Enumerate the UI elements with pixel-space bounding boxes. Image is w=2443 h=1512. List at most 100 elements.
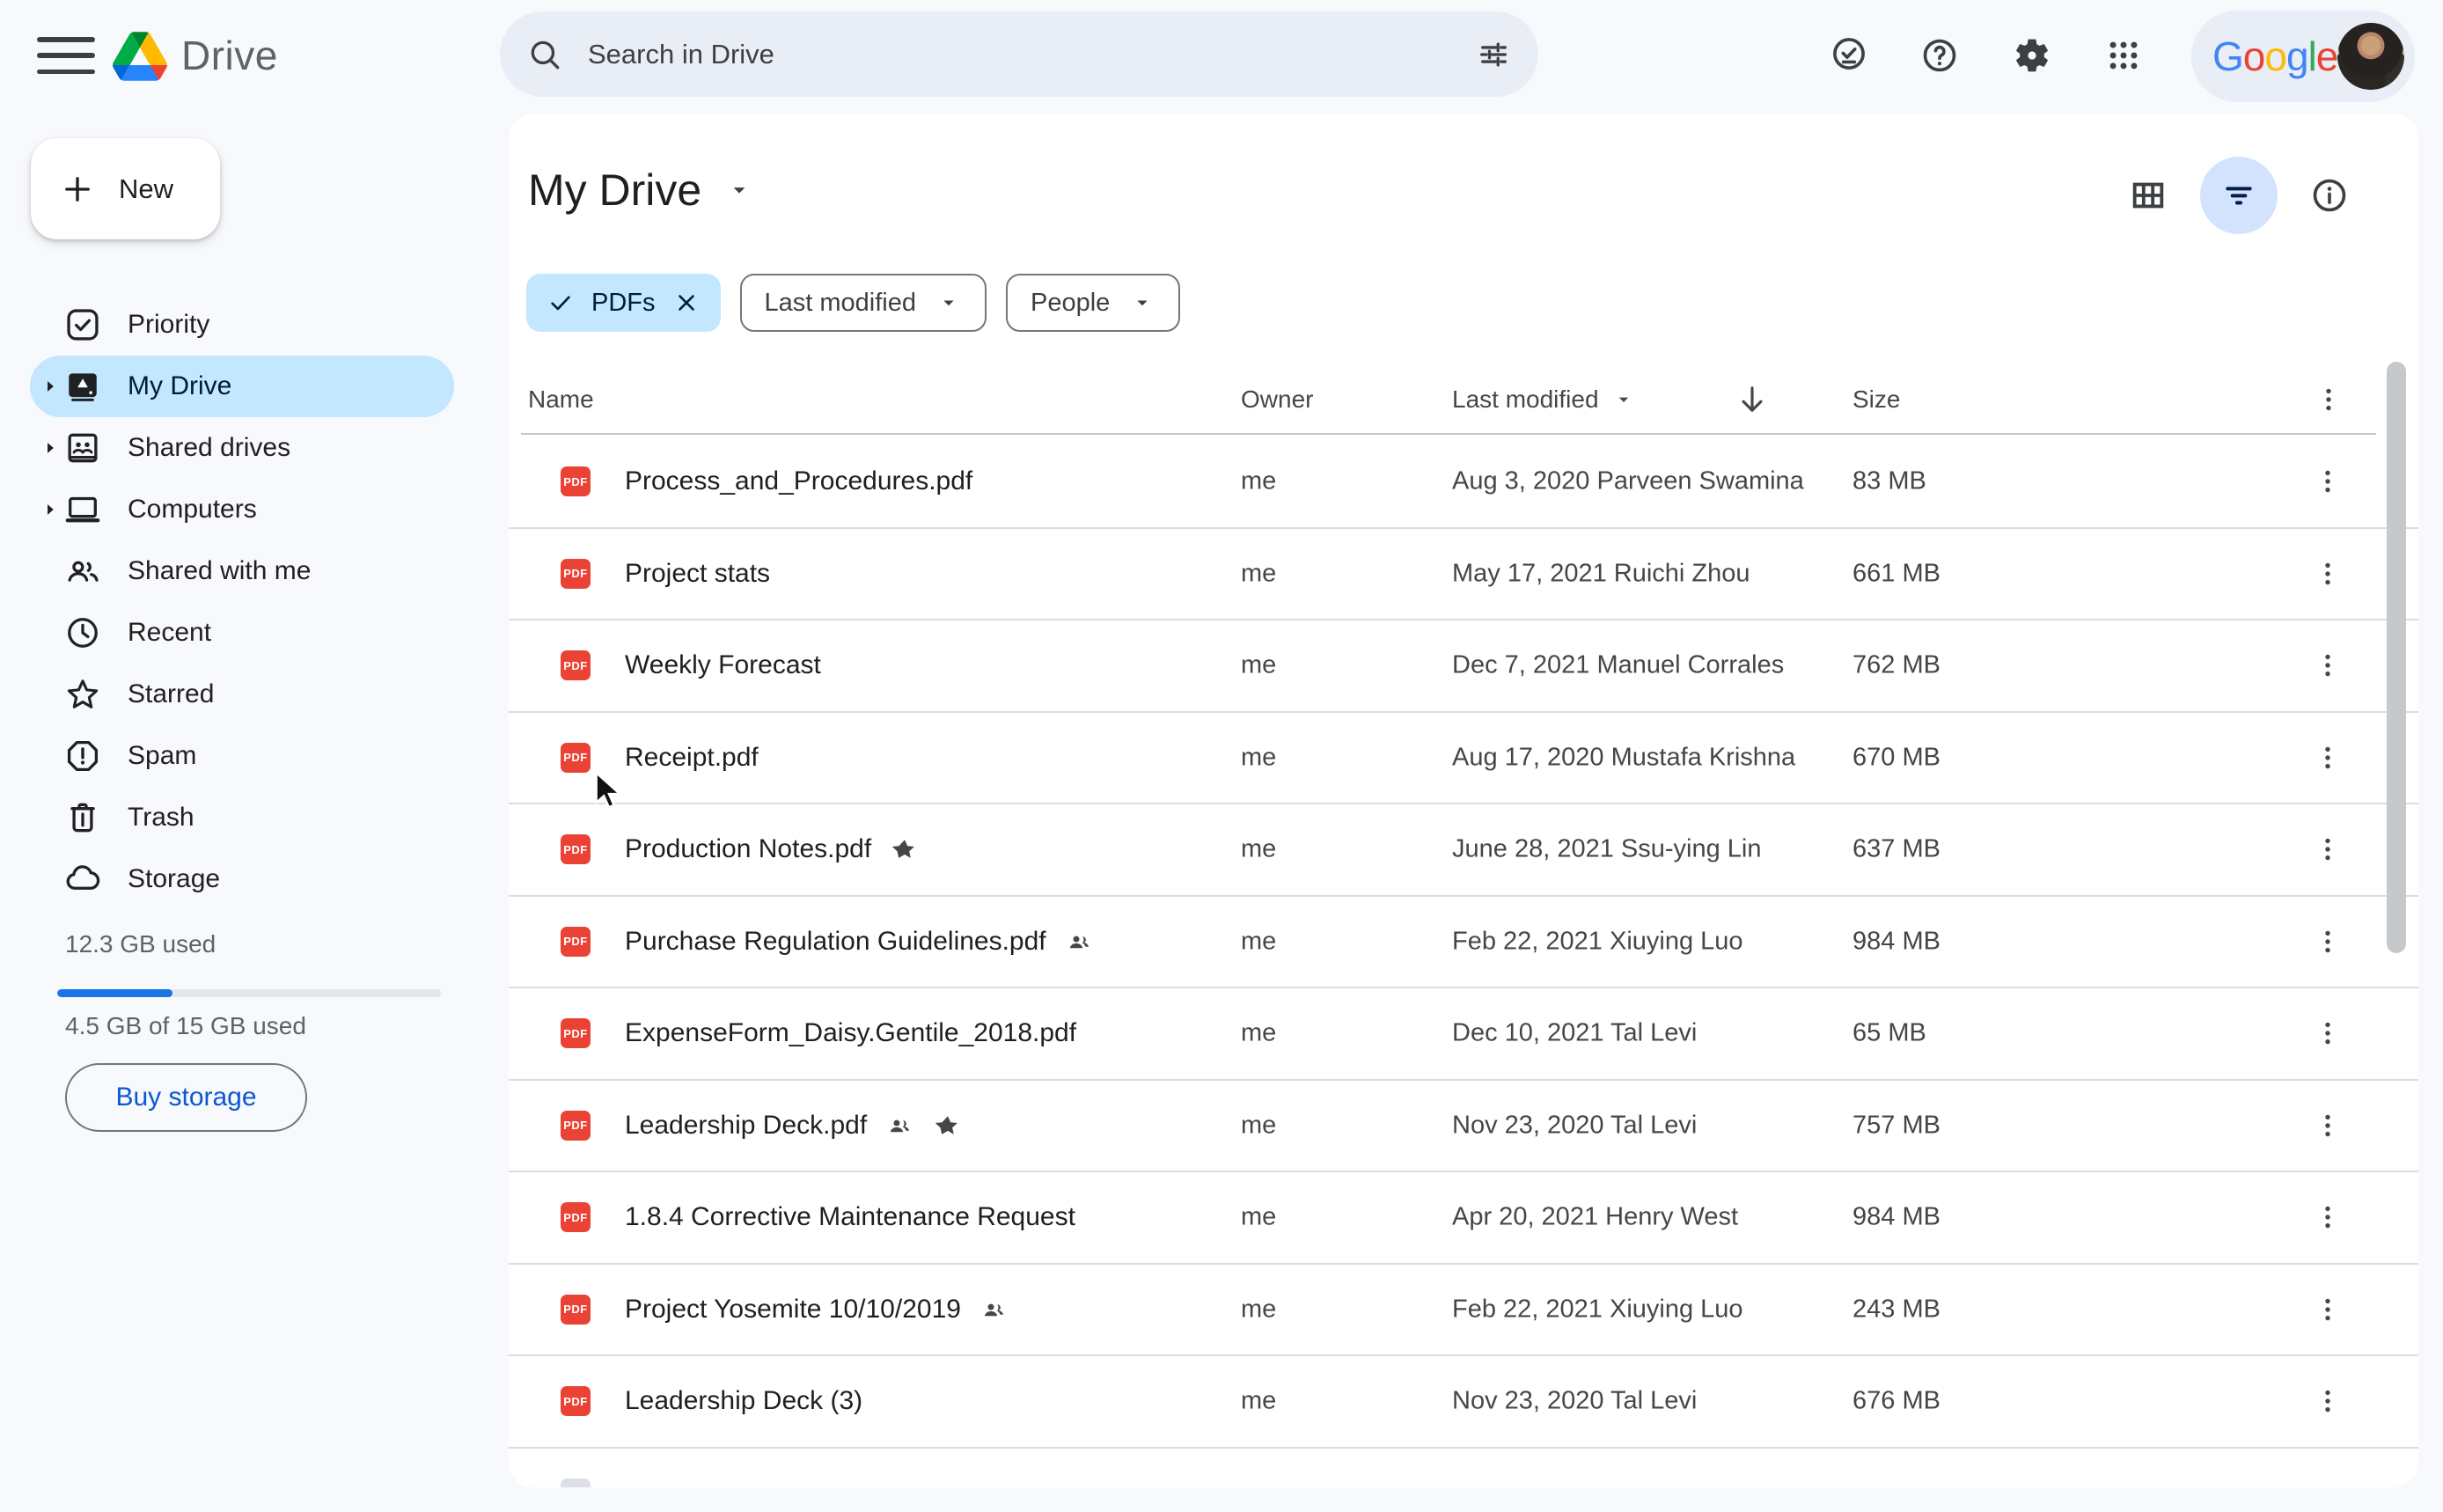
- sidebar-item-label: Priority: [128, 310, 210, 339]
- row-more-options-icon[interactable]: [2301, 455, 2354, 508]
- table-row[interactable]: PDF Production Notes.pdf me June 28, 2021 S…: [509, 804, 2418, 897]
- scrollbar-thumb[interactable]: [2387, 362, 2406, 953]
- filter-active-button[interactable]: [2200, 157, 2278, 234]
- sidebar-item-spam[interactable]: Spam: [30, 725, 454, 787]
- table-row[interactable]: PDF Receipt.pdf me Aug 17, 2020 Mustafa Kri…: [509, 713, 2418, 804]
- file-last-modified: Dec 10, 2021 Tal Levi: [1452, 1018, 1698, 1047]
- my-drive-dropdown-caret[interactable]: [724, 175, 754, 205]
- file-owner: me: [1241, 743, 1277, 772]
- row-more-options-icon[interactable]: [2301, 547, 2354, 600]
- table-row[interactable]: PDF Leadership Deck (3) me Nov 23, 2020 Tal…: [509, 1356, 2418, 1449]
- shared-people-icon: [886, 1112, 914, 1140]
- shared-drives-icon: [63, 429, 102, 467]
- file-last-modified: Feb 22, 2021 Xiuying Luo: [1452, 1295, 1743, 1324]
- my-drive-icon: [63, 367, 102, 406]
- row-more-options-icon[interactable]: [2301, 1007, 2354, 1060]
- chip-people[interactable]: People: [1006, 274, 1181, 332]
- sidebar-item-storage[interactable]: Storage: [30, 848, 454, 910]
- sidebar-item-label: Storage: [128, 864, 221, 893]
- help-icon[interactable]: [1903, 18, 1977, 92]
- table-row[interactable]: PDF Process_and_Procedures.pdf me Aug 3, 20…: [509, 437, 2418, 529]
- main-menu-button[interactable]: [37, 35, 95, 76]
- search-options-icon[interactable]: [1475, 36, 1512, 73]
- offline-status-icon[interactable]: [1812, 18, 1886, 92]
- row-more-options-icon[interactable]: [2301, 915, 2354, 968]
- table-row[interactable]: PDF 1.8.4 Corrective Maintenance Request m…: [509, 1172, 2418, 1265]
- settings-gear-icon[interactable]: [1995, 18, 2069, 92]
- sidebar-nav: Priority My Drive Shared drives Computers Sh…: [0, 294, 509, 910]
- header-more-options-icon[interactable]: [2313, 384, 2344, 415]
- shared-people-icon: [980, 1295, 1009, 1324]
- close-icon[interactable]: [673, 290, 700, 316]
- drive-logo-icon: [113, 32, 167, 81]
- column-header-name[interactable]: Name: [528, 385, 594, 414]
- column-header-last-modified[interactable]: Last modified: [1452, 385, 1636, 414]
- column-header-owner[interactable]: Owner: [1241, 385, 1313, 414]
- star-filled-icon: [891, 835, 919, 863]
- row-more-options-icon[interactable]: [2301, 1283, 2354, 1336]
- sidebar-item-label: Shared with me: [128, 556, 312, 585]
- file-owner: me: [1241, 1018, 1277, 1047]
- expand-caret-icon[interactable]: [39, 437, 62, 459]
- file-name: Process_and_Procedures.pdf: [625, 466, 973, 496]
- google-apps-grid-icon[interactable]: [2087, 18, 2161, 92]
- buy-storage-label: Buy storage: [115, 1083, 257, 1112]
- spam-icon: [63, 737, 102, 775]
- file-size: 762 MB: [1852, 650, 1940, 679]
- sidebar-item-recent[interactable]: Recent: [30, 602, 454, 664]
- sidebar-item-computers[interactable]: Computers: [30, 479, 454, 540]
- chip-pdfs[interactable]: PDFs: [526, 274, 721, 332]
- new-button[interactable]: New: [31, 138, 220, 239]
- file-size: 637 MB: [1852, 834, 1940, 863]
- file-size: 65 MB: [1852, 1018, 1926, 1047]
- expand-caret-icon[interactable]: [39, 498, 62, 521]
- chip-last-modified[interactable]: Last modified: [739, 274, 987, 332]
- table-row[interactable]: PDF Purchase Regulation Guidelines.pdf me F…: [509, 897, 2418, 988]
- trash-icon: [63, 798, 102, 837]
- search-bar[interactable]: [500, 11, 1538, 97]
- file-size: 670 MB: [1852, 743, 1940, 772]
- pdf-file-icon: PDF: [561, 926, 591, 957]
- sidebar-item-label: Trash: [128, 803, 194, 832]
- file-name: Purchase Regulation Guidelines.pdf: [625, 926, 1046, 956]
- search-input[interactable]: [588, 38, 1475, 70]
- row-more-options-icon[interactable]: [2301, 639, 2354, 692]
- file-last-modified: May 17, 2021 Ruichi Zhou: [1452, 559, 1750, 588]
- row-more-options-icon[interactable]: [2301, 823, 2354, 876]
- info-icon[interactable]: [2291, 157, 2368, 234]
- buy-storage-button[interactable]: Buy storage: [65, 1063, 307, 1132]
- storage-quota-text: 4.5 GB of 15 GB used: [65, 1012, 306, 1039]
- file-size: 676 MB: [1852, 1386, 1940, 1415]
- pdf-file-icon: PDF: [561, 650, 591, 681]
- sidebar-item-shared-with-me[interactable]: Shared with me: [30, 540, 454, 602]
- chip-last-modified-label: Last modified: [764, 288, 917, 317]
- row-more-options-icon[interactable]: [2301, 1191, 2354, 1244]
- file-owner: me: [1241, 927, 1277, 956]
- row-more-options-icon[interactable]: [2301, 1375, 2354, 1428]
- file-owner: me: [1241, 834, 1277, 863]
- file-last-modified: Aug 17, 2020 Mustafa Krishna: [1452, 743, 1796, 772]
- column-header-size[interactable]: Size: [1852, 385, 1900, 414]
- sidebar-item-my-drive[interactable]: My Drive: [30, 356, 454, 417]
- row-more-options-icon[interactable]: [2301, 731, 2354, 784]
- table-row[interactable]: PDF Weekly Forecast me Dec 7, 2021 Manuel C…: [509, 620, 2418, 713]
- table-row[interactable]: PDF Leadership Deck.pdf me Nov 23, 2020 Tal…: [509, 1081, 2418, 1172]
- main-content-card: My Drive PDFs Last modified People Name …: [509, 114, 2418, 1487]
- table-row[interactable]: PDF Project stats me May 17, 2021 Ruichi Zh…: [509, 529, 2418, 620]
- sidebar-item-trash[interactable]: Trash: [30, 787, 454, 848]
- file-owner: me: [1241, 559, 1277, 588]
- table-row[interactable]: PDF ExpenseForm_Daisy.Gentile_2018.pdf me D…: [509, 988, 2418, 1081]
- avatar[interactable]: [2337, 23, 2404, 90]
- file-last-modified: Dec 7, 2021 Manuel Corrales: [1452, 650, 1785, 679]
- pdf-file-icon: PDF: [561, 1386, 591, 1417]
- grid-view-toggle-icon[interactable]: [2109, 157, 2187, 234]
- file-name: Weekly Forecast: [625, 650, 821, 680]
- sidebar-item-priority[interactable]: Priority: [30, 294, 454, 356]
- sidebar-item-shared-drives[interactable]: Shared drives: [30, 417, 454, 479]
- expand-caret-icon[interactable]: [39, 375, 62, 398]
- table-row[interactable]: PDF Project Yosemite 10/10/2019 me Feb 22, …: [509, 1265, 2418, 1356]
- row-more-options-icon[interactable]: [2301, 1099, 2354, 1152]
- account-pill[interactable]: Google: [2191, 11, 2415, 102]
- sidebar-item-starred[interactable]: Starred: [30, 664, 454, 725]
- sort-direction-arrow-icon[interactable]: [1734, 381, 1771, 418]
